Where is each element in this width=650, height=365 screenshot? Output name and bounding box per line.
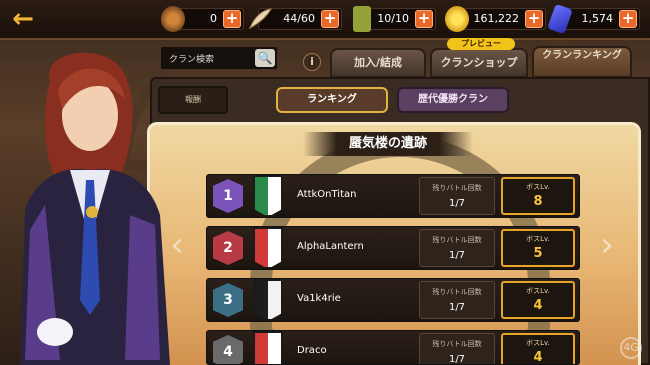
- search-icon[interactable]: 🔍: [255, 49, 275, 67]
- ranking-row[interactable]: 3 Va1k4rie 残りバトル回数 1/7 ボスLv. 4: [206, 278, 580, 322]
- remaining-battles-label: 残りバトル回数: [432, 340, 482, 348]
- coin-icon: [445, 6, 469, 32]
- info-icon[interactable]: i: [303, 53, 321, 71]
- boss-level-value: 8: [533, 194, 543, 209]
- resource-medal: 0 +: [161, 6, 244, 32]
- preview-badge: プレビュー: [447, 38, 515, 50]
- remaining-battles-value: 1/7: [448, 198, 466, 209]
- medal-value: 0: [210, 12, 217, 25]
- feather-icon: [247, 6, 272, 32]
- boss-level-value: 5: [533, 246, 543, 261]
- boss-level: ボスLv. 5: [501, 229, 575, 267]
- remaining-battles: 残りバトル回数 1/7: [419, 177, 495, 215]
- remaining-battles-label: 残りバトル回数: [432, 184, 482, 192]
- clan-name: AlphaLantern: [297, 241, 364, 252]
- boss-level-label: ボスLv.: [526, 339, 550, 347]
- clan-name: Va1k4rie: [297, 293, 341, 304]
- character-portrait: [20, 52, 170, 365]
- boss-level: ボスLv. 4: [501, 281, 575, 319]
- boss-level: ボスLv. 4: [501, 333, 575, 365]
- remaining-battles-label: 残りバトル回数: [432, 236, 482, 244]
- clan-search-field[interactable]: クラン検索 🔍: [160, 46, 278, 70]
- ticket-value: 10/10: [377, 12, 409, 25]
- remaining-battles: 残りバトル回数 1/7: [419, 281, 495, 319]
- segment-ranking[interactable]: ランキング: [276, 87, 388, 113]
- ranking-row[interactable]: 2 AlphaLantern 残りバトル回数 1/7 ボスLv. 5: [206, 226, 580, 270]
- ranking-row[interactable]: 4 Draco 残りバトル回数 1/7 ボスLv. 4: [206, 330, 580, 365]
- remaining-battles-label: 残りバトル回数: [432, 288, 482, 296]
- clan-search-label: クラン検索: [169, 55, 215, 65]
- remaining-battles: 残りバトル回数 1/7: [419, 229, 495, 267]
- add-coin-button[interactable]: +: [525, 10, 543, 28]
- top-bar: ← 0 + 44/60 + 10/10 + 161,222 + 1,574 +: [0, 0, 650, 40]
- boss-level-value: 4: [533, 350, 543, 365]
- remaining-battles-value: 1/7: [448, 250, 466, 261]
- clan-emblem: [253, 227, 283, 269]
- rank-badge: 1: [213, 179, 243, 213]
- clan-name: Draco: [297, 345, 327, 356]
- add-feather-button[interactable]: +: [321, 10, 339, 28]
- boss-level-label: ボスLv.: [526, 235, 550, 243]
- remaining-battles-value: 1/7: [448, 354, 466, 365]
- tab-clan-ranking[interactable]: クランランキング: [532, 46, 632, 78]
- watermark-logo: 4G: [620, 337, 642, 359]
- remaining-battles-value: 1/7: [448, 302, 466, 313]
- clan-emblem: [253, 331, 283, 364]
- add-ticket-button[interactable]: +: [415, 10, 433, 28]
- boss-level-label: ボスLv.: [526, 183, 550, 191]
- resource-coin: 161,222 +: [445, 6, 546, 32]
- back-arrow-icon[interactable]: ←: [6, 6, 40, 34]
- add-medal-button[interactable]: +: [223, 10, 241, 28]
- ticket-icon: [353, 6, 371, 32]
- resource-feather: 44/60 +: [248, 8, 342, 30]
- rank-badge: 3: [213, 283, 243, 317]
- clan-name: AttkOnTitan: [297, 189, 357, 200]
- ranking-row[interactable]: 1 AttkOnTitan 残りバトル回数 1/7 ボスLv. 8: [206, 174, 580, 218]
- add-gem-button[interactable]: +: [619, 10, 637, 28]
- tab-clan-shop[interactable]: クランショップ: [430, 48, 528, 78]
- gem-value: 1,574: [581, 12, 614, 25]
- stage-title: 蜃気楼の遺跡: [303, 132, 473, 156]
- remaining-battles: 残りバトル回数 1/7: [419, 333, 495, 365]
- boss-level-value: 4: [533, 298, 543, 313]
- boss-level: ボスLv. 8: [501, 177, 575, 215]
- resource-gem: 1,574 +: [547, 3, 640, 35]
- coin-value: 161,222: [473, 12, 520, 25]
- resource-ticket: 10/10 +: [353, 6, 436, 32]
- gem-icon: [547, 3, 573, 35]
- clan-emblem: [253, 279, 283, 321]
- boss-level-label: ボスLv.: [526, 287, 550, 295]
- clan-emblem: [253, 175, 283, 217]
- tab-join[interactable]: 加入/結成: [330, 48, 426, 78]
- rank-badge: 4: [213, 335, 243, 364]
- rank-badge: 2: [213, 231, 243, 265]
- segment-past-winners[interactable]: 歴代優勝クラン: [397, 87, 509, 113]
- feather-value: 44/60: [283, 12, 315, 25]
- medal-icon: [161, 6, 185, 32]
- next-arrow-icon[interactable]: ›: [596, 228, 618, 264]
